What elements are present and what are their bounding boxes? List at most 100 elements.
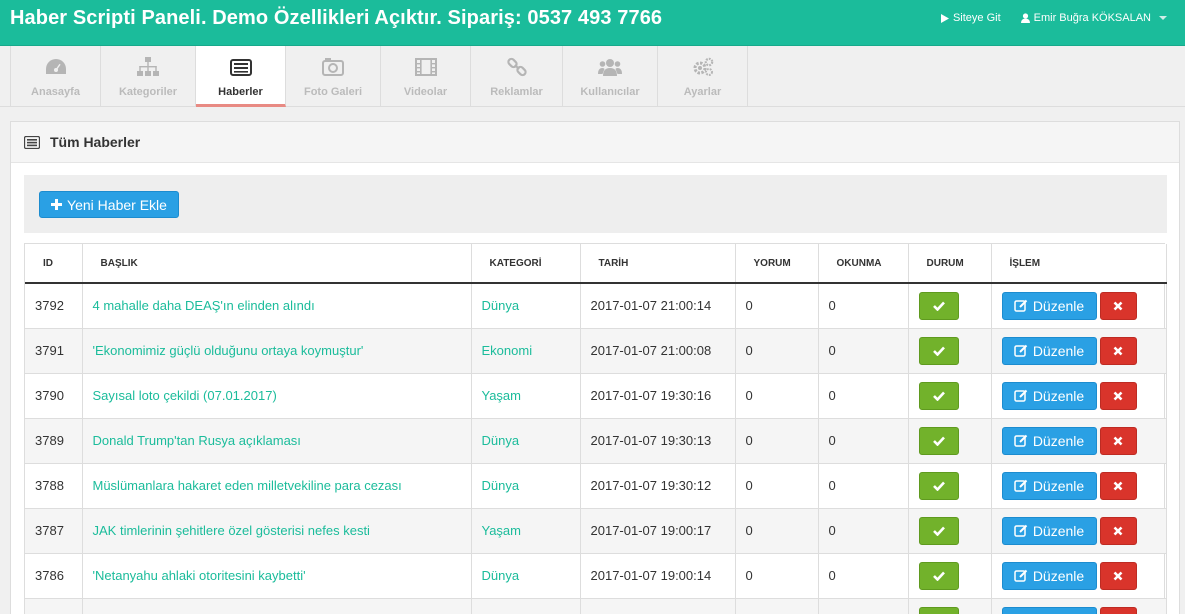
delete-button[interactable] — [1099, 336, 1137, 365]
status-active-button[interactable] — [918, 561, 959, 590]
status-cell — [908, 417, 992, 463]
tab-haberler[interactable]: Haberler — [196, 46, 286, 107]
edit-button[interactable]: Düzenle — [1001, 381, 1097, 410]
news-category-link[interactable]: Dünya — [471, 462, 581, 508]
delete-button[interactable] — [1099, 561, 1137, 590]
camera-icon — [322, 56, 344, 78]
news-date: 2017-01-07 21:00:14 — [580, 282, 736, 328]
view-count: 0 — [818, 417, 909, 463]
news-category-link[interactable]: Dünya — [471, 417, 581, 463]
column-header[interactable]: TARİH — [580, 244, 736, 284]
edit-label: Düzenle — [1032, 522, 1085, 539]
news-category-link[interactable]: Ekonomi — [471, 327, 581, 373]
actions-cell: Düzenle — [991, 507, 1167, 553]
column-header[interactable]: KATEGORİ — [471, 244, 581, 284]
status-active-button[interactable] — [918, 336, 959, 365]
comment-count: 0 — [735, 462, 819, 508]
close-icon — [1113, 391, 1123, 401]
edit-button[interactable]: Düzenle — [1001, 561, 1097, 590]
status-active-button[interactable] — [918, 291, 959, 320]
tab-label: Reklamlar — [490, 86, 543, 98]
edit-label: Düzenle — [1032, 297, 1085, 314]
status-active-button[interactable] — [918, 606, 959, 614]
delete-button[interactable] — [1099, 471, 1137, 500]
status-active-button[interactable] — [918, 516, 959, 545]
status-active-button[interactable] — [918, 471, 959, 500]
tab-ayarlar[interactable]: Ayarlar — [658, 46, 748, 107]
add-news-button[interactable]: Yeni Haber Ekle — [39, 191, 179, 218]
users-icon — [598, 56, 622, 78]
edit-icon — [1014, 344, 1028, 357]
status-active-button[interactable] — [918, 426, 959, 455]
check-icon — [932, 436, 945, 446]
news-category-link[interactable] — [471, 597, 581, 614]
actions-cell: Düzenle — [991, 462, 1167, 508]
user-icon — [1020, 13, 1030, 23]
news-category-link[interactable]: Yaşam — [471, 372, 581, 418]
delete-button[interactable] — [1099, 606, 1137, 614]
status-active-button[interactable] — [918, 381, 959, 410]
edit-button[interactable]: Düzenle — [1001, 336, 1097, 365]
column-header[interactable]: OKUNMA — [818, 244, 909, 284]
tab-anasayfa[interactable]: Anasayfa — [11, 46, 101, 107]
edit-button[interactable]: Düzenle — [1001, 516, 1097, 545]
news-id: 3790 — [25, 372, 83, 418]
tab-videolar[interactable]: Videolar — [381, 46, 471, 107]
list-icon — [24, 135, 40, 149]
edit-button[interactable]: Düzenle — [1001, 426, 1097, 455]
main-nav: Anasayfa Kategoriler Haberler Foto Galeri Vi… — [0, 46, 1185, 107]
news-title-link[interactable]: Donald Trump'tan Rusya açıklaması — [82, 417, 472, 463]
tab-label: Kategoriler — [118, 86, 178, 98]
news-date: 2017-01-07 19:30:16 — [580, 372, 736, 418]
top-bar-right: Siteye Git Emir Buğra KÖKSALAN — [940, 12, 1167, 24]
view-count: 0 — [818, 372, 909, 418]
column-header[interactable]: İŞLEM — [991, 244, 1167, 284]
tab-label: Anasayfa — [31, 86, 80, 98]
delete-button[interactable] — [1099, 426, 1137, 455]
news-title-link[interactable]: JAK timlerinin şehitlere özel gösterisi … — [82, 507, 472, 553]
news-title-link[interactable]: 'Musul kurtarıldıktan sonra Türkiye ile … — [82, 597, 472, 614]
delete-button[interactable] — [1099, 381, 1137, 410]
actions-cell: Düzenle — [991, 327, 1167, 373]
news-title-link[interactable]: Sayısal loto çekildi (07.01.2017) — [82, 372, 472, 418]
edit-button[interactable]: Düzenle — [1001, 291, 1097, 320]
news-title-link[interactable]: 'Netanyahu ahlaki otoritesini kaybetti' — [82, 552, 472, 598]
table-header-row: ID BAŞLIK KATEGORİ TARİH YORUM OKUNMA DURUM İŞL… — [25, 244, 1167, 284]
site-link[interactable]: Siteye Git — [940, 12, 1001, 24]
tab-reklamlar[interactable]: Reklamlar — [471, 46, 563, 107]
panel-toolbar: Yeni Haber Ekle — [24, 175, 1167, 233]
news-category-link[interactable]: Yaşam — [471, 507, 581, 553]
user-menu[interactable]: Emir Buğra KÖKSALAN — [1020, 12, 1167, 24]
edit-icon — [1014, 299, 1028, 312]
news-panel: Tüm Haberler Yeni Haber Ekle ID BAŞLIK KAT… — [10, 121, 1180, 614]
news-id: 3788 — [25, 462, 83, 508]
news-category-link[interactable]: Dünya — [471, 552, 581, 598]
check-icon — [932, 301, 945, 311]
status-cell — [908, 462, 992, 508]
column-header[interactable]: BAŞLIK — [82, 244, 472, 284]
news-title-link[interactable]: 4 mahalle daha DEAŞ'ın elinden alındı — [82, 282, 472, 328]
news-title-link[interactable]: Müslümanlara hakaret eden milletvekiline… — [82, 462, 472, 508]
column-header[interactable]: DURUM — [908, 244, 992, 284]
comment-count: 0 — [735, 282, 819, 328]
tab-foto-galeri[interactable]: Foto Galeri — [286, 46, 381, 107]
news-title-link[interactable]: 'Ekonomimiz güçlü olduğunu ortaya koymuş… — [82, 327, 472, 373]
delete-button[interactable] — [1099, 291, 1137, 320]
edit-label: Düzenle — [1032, 432, 1085, 449]
column-header[interactable]: YORUM — [735, 244, 819, 284]
tab-kategoriler[interactable]: Kategoriler — [101, 46, 196, 107]
column-header[interactable]: ID — [25, 244, 83, 284]
tab-label: Haberler — [218, 86, 263, 98]
user-name: Emir Buğra KÖKSALAN — [1033, 12, 1151, 24]
news-category-link[interactable]: Dünya — [471, 282, 581, 328]
news-id: 3787 — [25, 507, 83, 553]
edit-button[interactable]: Düzenle — [1001, 606, 1097, 614]
gears-icon — [692, 56, 714, 78]
status-cell — [908, 507, 992, 553]
chevron-down-icon — [1159, 16, 1167, 20]
table-row: 'Musul kurtarıldıktan sonra Türkiye ile … — [25, 597, 1167, 614]
delete-button[interactable] — [1099, 516, 1137, 545]
edit-button[interactable]: Düzenle — [1001, 471, 1097, 500]
tab-kullan-c-lar[interactable]: Kullanıcılar — [563, 46, 658, 107]
panel-title: Tüm Haberler — [50, 134, 141, 150]
